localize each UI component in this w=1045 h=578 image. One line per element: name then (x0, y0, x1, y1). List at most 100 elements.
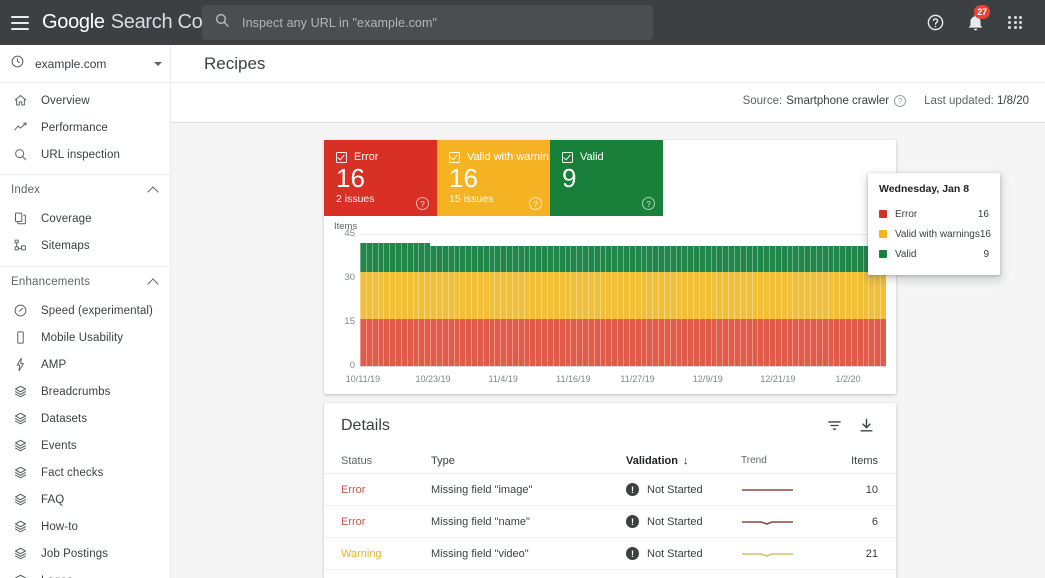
tooltip-series-value: 9 (983, 248, 989, 260)
nav-group-title: Enhancements (11, 276, 91, 288)
sidebar-item-performance[interactable]: Performance (0, 114, 170, 141)
help-icon[interactable]: ? (416, 197, 429, 210)
sidebar-item-events[interactable]: Events (0, 432, 170, 459)
arrow-down-icon: ↓ (682, 454, 689, 467)
help-icon[interactable]: ? (894, 95, 907, 107)
x-axis-tick: 10/11/19 (345, 374, 381, 384)
help-icon[interactable]: ? (642, 197, 655, 210)
rich-result-icon (11, 518, 29, 536)
filter-icon[interactable] (822, 414, 846, 438)
details-card: Details Status Type Validation ↓ Trend Items … (324, 403, 896, 578)
sidebar-item-logos[interactable]: Logos (0, 567, 170, 578)
page-header: Recipes (171, 45, 1045, 83)
status-card-label: Valid with warnin... (467, 151, 550, 163)
cell-items: 6 (871, 515, 878, 528)
status-card-count: 9 (562, 163, 577, 193)
rich-result-icon (11, 545, 29, 563)
checkbox-icon[interactable] (449, 151, 460, 163)
x-axis-tick: 10/23/19 (415, 374, 451, 384)
cell-validation: ! Not Started (626, 515, 741, 528)
y-axis-tick: 15 (344, 316, 355, 327)
cell-trend (741, 549, 836, 559)
rich-result-icon (11, 464, 29, 482)
download-icon[interactable] (854, 414, 878, 438)
bolt-icon (11, 356, 29, 374)
sidebar-item-amp[interactable]: AMP (0, 351, 170, 378)
table-header-type[interactable]: Type (431, 455, 626, 467)
tooltip-date: Wednesday, Jan 8 (879, 183, 970, 195)
pages-icon (11, 210, 29, 228)
speed-gauge-icon (11, 302, 29, 320)
x-axis-tick: 11/16/19 (556, 374, 591, 384)
table-row[interactable]: Warning Missing field "video"! Not Started… (324, 538, 896, 570)
source-info: Source: Smartphone crawler ? Last update… (743, 89, 1029, 113)
tooltip-series-name: Valid (895, 248, 917, 260)
bell-icon[interactable]: 27 (955, 3, 995, 43)
brand-google-text: Google (42, 11, 105, 33)
table-header-items[interactable]: Items (836, 455, 878, 467)
search-console-app: Google Search Console Inspect any URL in… (0, 0, 1045, 578)
y-axis-tick: 0 (349, 360, 355, 371)
nav-group-header-enhancements[interactable]: Enhancements (0, 267, 170, 297)
sidebar-item-job-postings[interactable]: Job Postings (0, 540, 170, 567)
checkbox-icon[interactable] (336, 151, 347, 163)
status-card-error[interactable]: Error 16 2 issues? (324, 140, 437, 216)
tooltip-series-value: 16 (979, 228, 991, 240)
cell-items: 21 (865, 547, 878, 560)
status-card-valid[interactable]: Valid 9? (550, 140, 663, 216)
checkbox-icon[interactable] (562, 151, 573, 163)
cell-trend (741, 485, 836, 495)
cell-status: Warning (341, 547, 382, 560)
nav-group-header-index[interactable]: Index (0, 175, 170, 205)
chevron-up-icon[interactable] (148, 277, 158, 287)
sidebar-item-sitemaps[interactable]: Sitemaps (0, 232, 170, 259)
table-row[interactable]: Error Missing field "name"! Not Started 6 (324, 506, 896, 538)
tooltip-series-name: Valid with warnings (895, 228, 980, 240)
sidebar-item-overview[interactable]: Overview (0, 87, 170, 114)
status-card-row: Error 16 2 issues? Valid with warnin... 16 15… (324, 140, 896, 216)
help-icon[interactable]: ? (529, 197, 542, 210)
help-icon[interactable] (915, 3, 955, 43)
status-card-valid-with-warnin[interactable]: Valid with warnin... 16 15 issues? (437, 140, 550, 216)
table-header-trend[interactable]: Trend (741, 455, 836, 466)
sidebar-item-fact-checks[interactable]: Fact checks (0, 459, 170, 486)
sitemap-icon (11, 237, 29, 255)
notification-badge: 27 (974, 4, 990, 19)
sidebar-item-url-inspection[interactable]: URL inspection (0, 141, 170, 168)
sidebar-item-datasets[interactable]: Datasets (0, 405, 170, 432)
rich-result-icon (11, 491, 29, 509)
page-title: Recipes (204, 53, 266, 73)
legend-swatch (879, 210, 887, 218)
sidebar-item-breadcrumbs[interactable]: Breadcrumbs (0, 378, 170, 405)
sidebar-item-how-to[interactable]: How-to (0, 513, 170, 540)
table-header-status[interactable]: Status (341, 455, 431, 467)
hamburger-menu-icon[interactable] (11, 15, 29, 30)
table-header-validation[interactable]: Validation ↓ (626, 455, 741, 467)
legend-swatch (879, 230, 887, 238)
page-subheader: Source: Smartphone crawler ? Last update… (171, 83, 1045, 123)
exclamation-icon: ! (626, 483, 639, 496)
property-selector[interactable]: example.com (0, 45, 170, 83)
coverage-chart[interactable]: Items 0 15 30 45 10/11/19 10/23/19 11/4/19 11/1… (324, 216, 896, 394)
url-inspection-search-bar[interactable]: Inspect any URL in "example.com" (202, 5, 653, 40)
table-row[interactable]: Error Missing field "image"! Not Started 10 (324, 474, 896, 506)
source-label: Source: (742, 95, 783, 107)
sidebar-item-coverage[interactable]: Coverage (0, 205, 170, 232)
sidebar-item-mobile-usability[interactable]: Mobile Usability (0, 324, 170, 351)
last-updated: Last updated: 1/8/20 (924, 95, 1029, 107)
sidebar-item-speed-experimental[interactable]: Speed (experimental) (0, 297, 170, 324)
top-app-bar: Google Search Console Inspect any URL in… (0, 0, 1045, 45)
status-card-label: Error (354, 151, 379, 163)
main-content: Recipes Source: Smartphone crawler ? Las… (171, 45, 1045, 578)
chevron-down-icon[interactable] (154, 61, 162, 66)
search-input[interactable]: Inspect any URL in "example.com" (242, 16, 437, 30)
x-axis-tick: 11/27/19 (620, 374, 655, 384)
status-card-count: 16 (449, 163, 478, 193)
trend-line-icon (11, 119, 29, 137)
sidebar-item-label: Speed (experimental) (41, 304, 153, 317)
apps-grid-icon[interactable] (995, 3, 1035, 43)
sidebar-item-faq[interactable]: FAQ (0, 486, 170, 513)
tooltip-row: Valid with warnings 16 (879, 224, 991, 244)
chevron-up-icon[interactable] (148, 185, 158, 195)
cell-status: Error (341, 515, 366, 528)
